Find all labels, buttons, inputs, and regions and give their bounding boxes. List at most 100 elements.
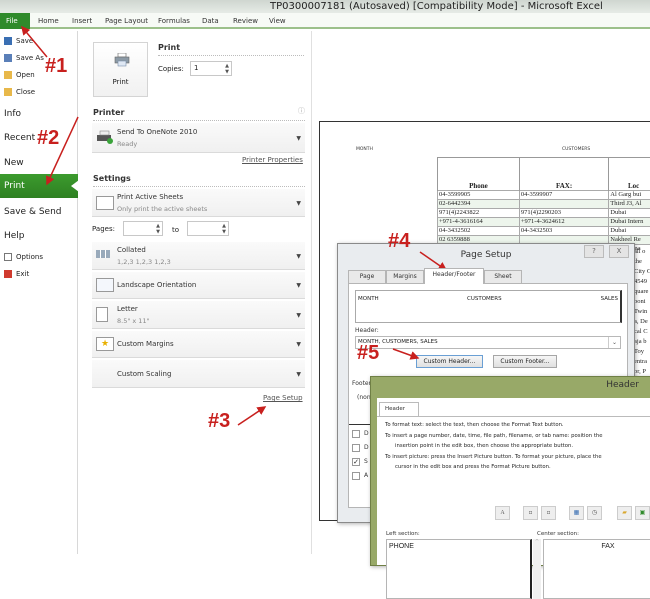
setting-title: Custom Margins [117,340,174,348]
copies-spinner[interactable]: ▲▼ [225,63,229,75]
insert-number-of-pages-button[interactable]: ▫ [541,506,556,520]
nav-save-label: Save [16,34,33,48]
tab-review[interactable]: Review [233,13,258,29]
nav-info[interactable]: Info [4,107,21,121]
table-cell: 04-3432502 [438,227,520,236]
preview-table: Phone FAX: Loc 04-359990504-3599907Al Ga… [437,157,650,253]
tab-page[interactable]: Page [348,270,386,283]
chevron-down-icon: ▼ [296,371,301,378]
printer-dropdown[interactable]: Send To OneNote 2010 Ready ▼ [92,123,305,153]
window-title: TP0300007181 (Autosaved) [Compatibility … [270,0,603,13]
open-folder-icon [4,71,12,79]
nav-close[interactable]: Close [4,85,35,99]
print-button-label: Print [94,78,147,86]
chevron-down-icon: ▼ [296,135,301,142]
pages-to-input[interactable]: ▲▼ [187,221,229,236]
insert-page-number-button[interactable]: ▫ [523,506,538,520]
nav-options[interactable]: Options [4,250,43,264]
annotation-4: #4 [388,230,410,253]
pages-from-input[interactable]: ▲▼ [123,221,163,236]
tab-header[interactable]: Header [379,402,419,416]
nav-exit[interactable]: Exit [4,267,29,281]
nav-save[interactable]: Save [4,34,33,48]
setting-title: Letter [117,305,138,313]
nav-new[interactable]: New [4,156,24,170]
collation-dropdown[interactable]: Collated 1,2,3 1,2,3 1,2,3 ▼ [92,242,305,270]
chevron-down-icon[interactable]: ⌄ [608,337,620,348]
chevron-down-icon: ▼ [296,341,301,348]
column-header: Phone [438,158,520,191]
table-cell: 971(4)2243822 [438,209,520,218]
tab-formulas[interactable]: Formulas [158,13,190,29]
orientation-dropdown[interactable]: Landscape Orientation ▼ [92,272,305,299]
header-preview-right: SALES [601,296,618,302]
scaling-dropdown[interactable]: Custom Scaling ▼ [92,360,305,388]
number-of-pages-icon: ▫ [546,509,550,516]
nav-print[interactable]: Print [0,174,78,198]
table-cell: Dubai [609,227,650,236]
header-select[interactable]: MONTH, CUSTOMERS, SALES ⌄ [355,336,621,349]
checkbox-checked[interactable]: ✓ [352,458,360,466]
margins-dropdown[interactable]: ★ Custom Margins ▼ [92,331,305,358]
checkbox-label: D [364,430,369,437]
column-header: FAX: [519,158,608,191]
cell-fragment: the [634,257,650,267]
page-number-icon: ▫ [528,509,532,516]
table-row: 04-359990504-3599907Al Garg bui [438,191,650,200]
center-section-input[interactable]: FAX [543,539,650,599]
custom-footer-button[interactable]: Custom Footer... [493,355,557,368]
pages-from-spinner[interactable]: ▲▼ [156,223,160,235]
pages-to-spinner[interactable]: ▲▼ [222,223,226,235]
tab-insert[interactable]: Insert [72,13,92,29]
copies-value: 1 [194,64,198,72]
print-what-dropdown[interactable]: Print Active Sheets Only print the activ… [92,189,305,217]
print-button[interactable]: Print [93,42,148,97]
help-button[interactable]: ? [584,245,604,258]
insert-filename-button[interactable]: ▣ [635,506,650,520]
tab-home[interactable]: Home [38,13,59,29]
table-cell: Dubai Intern [609,218,650,227]
checkbox[interactable] [352,472,360,480]
nav-recent[interactable]: Recent [4,131,35,145]
tab-margins[interactable]: Margins [386,270,424,283]
printer-status: Ready [117,140,137,148]
insert-date-button[interactable]: ▦ [569,506,584,520]
settings-heading: Settings [93,174,131,183]
nav-open[interactable]: Open [4,68,35,82]
tab-file[interactable]: File [0,13,30,29]
tab-sheet[interactable]: Sheet [484,270,522,283]
checkbox[interactable] [352,444,360,452]
insert-file-path-button[interactable]: ▰ [617,506,632,520]
checkbox[interactable] [352,430,360,438]
copies-input[interactable]: 1 ▲▼ [190,61,232,76]
tab-view[interactable]: View [269,13,286,29]
preview-right-edge: all otheCity C4549quareooniTwina, Decal … [634,247,650,387]
tab-data[interactable]: Data [202,13,219,29]
printer-properties-link[interactable]: Printer Properties [242,156,303,164]
info-icon[interactable]: ⓘ [298,106,305,116]
nav-save-send[interactable]: Save & Send [4,205,62,219]
table-row: 04-343250204-3432503Dubai [438,227,650,236]
table-row: 971(4)2243822971(4)2290203Dubai [438,209,650,218]
tab-page-layout[interactable]: Page Layout [105,13,148,29]
table-cell: 04-3599905 [438,191,520,200]
instruction-text: insertion point in the edit box, then ch… [395,443,573,449]
print-settings-panel: Print Print Copies: 1 ▲▼ Printer ⓘ Send … [80,31,312,554]
insert-time-button[interactable]: ◷ [587,506,602,520]
nav-help[interactable]: Help [4,229,25,243]
close-button[interactable]: X [609,245,629,258]
tab-header-footer[interactable]: Header/Footer [424,268,484,284]
table-cell: 02-6442394 [438,200,520,209]
page-setup-link[interactable]: Page Setup [263,394,303,402]
format-text-button[interactable]: A [495,506,510,520]
paper-size-dropdown[interactable]: Letter 8.5" x 11" ▼ [92,301,305,329]
landscape-icon [96,278,114,292]
setting-subtitle: Only print the active sheets [117,205,207,213]
custom-header-button[interactable]: Custom Header... [416,355,483,368]
scrollbar[interactable]: ^ [533,539,541,599]
table-cell: Dubai [609,209,650,218]
annotation-2: #2 [37,127,59,150]
nav-save-as[interactable]: Save As [4,51,44,65]
left-section-input[interactable]: PHONE [386,539,532,599]
table-cell [519,200,608,209]
